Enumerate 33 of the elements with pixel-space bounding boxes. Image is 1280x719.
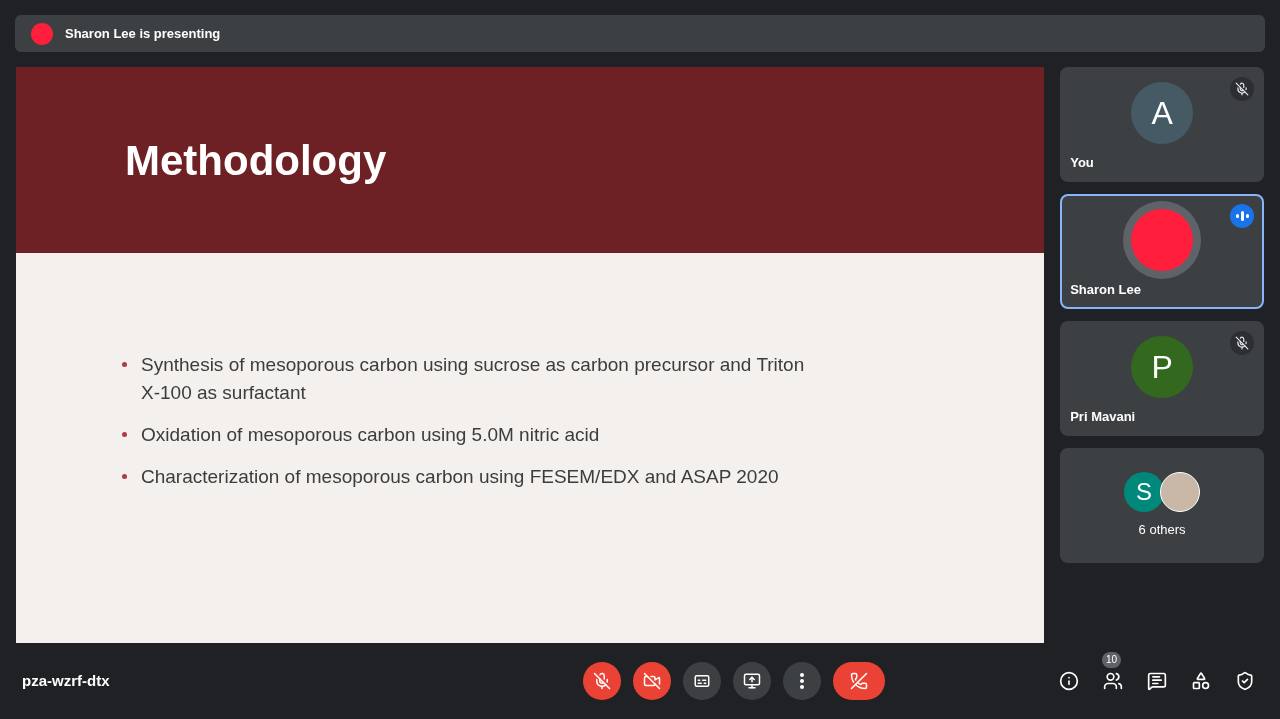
microphone-button[interactable] xyxy=(583,662,621,700)
bullet-text: Characterization of mesoporous carbon using FESEM/EDX and ASAP 2020 xyxy=(141,465,780,489)
participant-tile[interactable]: P Pri Mavani xyxy=(1060,321,1264,436)
participant-tile[interactable]: S 6 others xyxy=(1060,448,1264,563)
present-button[interactable] xyxy=(733,662,771,700)
bullet-icon xyxy=(122,474,127,479)
count-badge: 10 xyxy=(1102,652,1122,668)
screen-upload-icon xyxy=(743,672,761,690)
presenting-text: Sharon Lee is presenting xyxy=(65,24,221,43)
bullet-icon xyxy=(122,432,127,437)
captions-button[interactable] xyxy=(683,662,721,700)
camera-button[interactable] xyxy=(633,662,671,700)
slide-title: Methodology xyxy=(125,135,387,186)
bullet-icon xyxy=(122,362,127,367)
bullet-text: Oxidation of mesoporous carbon using 5.0M nitric acid xyxy=(141,423,601,447)
participant-tile[interactable]: A You xyxy=(1060,67,1264,182)
speaking-indicator-icon xyxy=(1230,204,1254,228)
microphone-icon xyxy=(593,672,611,690)
more-options-button[interactable] xyxy=(783,662,821,700)
meeting-code: pza-wzrf-dtx xyxy=(22,672,110,689)
bullet-text: Synthesis of mesoporous carbon using sucrose as carbon precursor and Triton X-100 as surfactant xyxy=(141,353,806,405)
phone-icon xyxy=(850,672,868,690)
participant-tile[interactable]: Sharon Lee xyxy=(1060,194,1264,309)
participant-name: Pri Mavani xyxy=(1070,407,1137,426)
captions-icon xyxy=(693,672,711,690)
avatar: P xyxy=(1131,335,1194,398)
others-label: 6 others xyxy=(1138,520,1186,539)
leave-call-button[interactable] xyxy=(833,662,885,700)
participant-name: You xyxy=(1070,153,1095,172)
participant-name: Sharon Lee xyxy=(1070,280,1142,299)
more-vertical-icon xyxy=(800,673,804,689)
camera-icon xyxy=(643,672,661,690)
avatar: A xyxy=(1131,81,1194,144)
